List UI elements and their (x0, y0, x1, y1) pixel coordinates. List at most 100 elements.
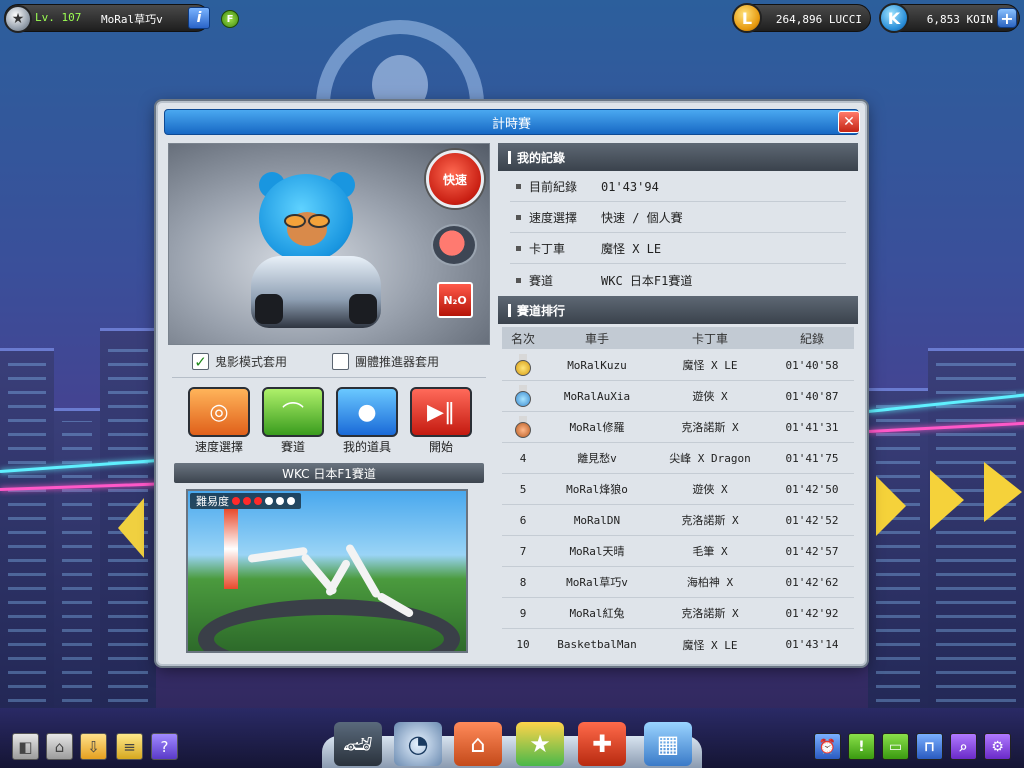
rank-cell: 8 (519, 575, 527, 589)
ranking-row: 10 BasketbalMan 魔怪 X LE 01'43'14 (502, 629, 854, 660)
shop-icon[interactable]: ★ (516, 722, 564, 766)
kart-cell: 遊俠 X (692, 390, 728, 403)
layers-icon[interactable]: ◧ (12, 733, 39, 760)
driver-cell: MoRal紅兔 (569, 607, 625, 620)
column-driver: 車手 (584, 331, 609, 346)
track-select-label: 賽道 (280, 440, 305, 454)
record-key: 卡丁車 (529, 242, 566, 256)
rank-cell (502, 416, 544, 438)
team-booster-label: 團體推進器套用 (355, 355, 440, 369)
bullet (516, 215, 521, 220)
column-rank: 名次 (510, 331, 535, 346)
building (100, 328, 156, 768)
character-swap-icon[interactable] (431, 224, 477, 266)
record-value: WKC 日本F1賽道 (601, 273, 693, 288)
rank-cell (502, 385, 544, 407)
record-value: 魔怪 X LE (601, 242, 662, 256)
difficulty-dot (254, 497, 262, 505)
kart-cell: 毛筆 X (692, 545, 728, 558)
my-record-header: 我的記錄 (498, 143, 858, 171)
time-cell: 01'41'31 (785, 420, 839, 434)
time-cell: 01'43'14 (785, 638, 839, 651)
kart-garage-icon[interactable]: 🏎 (334, 722, 382, 766)
notes-icon[interactable]: ≡ (116, 733, 143, 760)
record-key: 速度選擇 (529, 211, 578, 225)
record-row: 卡丁車 魔怪 X LE (510, 234, 846, 264)
team-booster-option[interactable]: 團體推進器套用 (332, 353, 439, 370)
goggle (308, 214, 330, 228)
n2o-booster-icon[interactable]: N₂O (437, 282, 473, 318)
settings-icon[interactable]: ⚙ (984, 733, 1011, 760)
track-map-line (324, 558, 352, 597)
alarm-icon[interactable]: ⏰ (814, 733, 841, 760)
chevron-right-icon (876, 476, 906, 536)
f-badge[interactable]: F (221, 10, 239, 28)
record-key: 目前紀錄 (529, 180, 578, 194)
building (928, 348, 1024, 768)
ghost-mode-option[interactable]: ✓ 鬼影模式套用 (192, 353, 288, 371)
driver-cell: MoRal天晴 (569, 545, 625, 558)
mailbox-icon[interactable]: ⊓ (916, 733, 943, 760)
info-icon[interactable]: i (188, 7, 210, 29)
divider (172, 377, 486, 378)
alert-icon[interactable]: ! (848, 733, 875, 760)
driver-cell: MoRalDN (573, 513, 621, 527)
time-cell: 01'40'58 (785, 358, 839, 372)
kart-cell: 克洛諾斯 X (681, 607, 739, 620)
medal-disc (515, 360, 531, 376)
kart-wheel (349, 294, 377, 324)
difficulty-dot (265, 497, 273, 505)
difficulty-dot (243, 497, 251, 505)
lucci-coin-icon: L (732, 3, 762, 33)
ranking-row: 6 MoRalDN 克洛諾斯 X 01'42'52 (502, 505, 854, 536)
help-icon[interactable]: ? (151, 733, 178, 760)
record-row: 目前紀錄 01'43'94 (510, 172, 846, 202)
lucci-amount: 264,896 LUCCI (775, 13, 862, 26)
dialog-title: 計時賽 (164, 109, 859, 135)
speedometer-icon[interactable]: ◔ (394, 722, 442, 766)
neon-line (0, 482, 160, 491)
driver-cell: MoRalAuXia (563, 389, 631, 403)
track-title: WKC 日本F1賽道 (174, 463, 484, 483)
building (868, 388, 928, 768)
ghost-mode-checkbox[interactable]: ✓ (192, 353, 209, 371)
team-booster-checkbox[interactable] (332, 353, 349, 370)
kart-cell: 海柏神 X (686, 576, 734, 589)
start-button[interactable]: ▶‖ (410, 387, 472, 437)
driver-cell: MoRal草巧v (566, 576, 628, 589)
home-icon[interactable]: ⌂ (46, 733, 73, 760)
ranking-row: 9 MoRal紅兔 克洛諾斯 X 01'42'92 (502, 598, 854, 629)
driver-cell: MoRal修羅 (569, 421, 625, 434)
ranking-row: 4 離見愁v 尖峰 X Dragon 01'41'75 (502, 443, 854, 474)
record-value: 01'43'94 (601, 179, 659, 194)
speed-select-button[interactable]: ◎ (188, 387, 250, 437)
play-pause-icon: ▶‖ (427, 399, 455, 425)
search-icon[interactable]: ⌕ (950, 733, 977, 760)
gold-medal-icon (515, 354, 531, 376)
bronze-medal-icon (515, 416, 531, 438)
add-koin-button[interactable]: + (997, 8, 1017, 28)
rank-cell: 7 (519, 544, 527, 558)
difficulty-dot (287, 497, 295, 505)
building (0, 348, 54, 768)
level-medal-icon: ★ (4, 5, 32, 33)
silver-medal-icon (515, 385, 531, 407)
medal-disc (515, 391, 531, 407)
my-items-button[interactable]: ● (336, 387, 398, 437)
download-icon[interactable]: ⇩ (80, 733, 107, 760)
speed-mode-button[interactable]: 快速 (426, 150, 484, 208)
bullet (516, 277, 521, 283)
close-button[interactable]: ✕ (838, 111, 860, 133)
difficulty-indicator: 難易度 (190, 493, 301, 509)
chat-icon[interactable]: ▭ (882, 733, 909, 760)
workshop-icon[interactable]: ⌂ (454, 722, 502, 766)
track-select-button[interactable]: ⌒ (262, 387, 324, 437)
city-icon[interactable]: ▦ (644, 722, 692, 766)
toolbox-icon[interactable]: ✚ (578, 722, 626, 766)
kart-cell: 遊俠 X (692, 483, 728, 496)
building (54, 408, 100, 768)
record-key: 賽道 (529, 273, 554, 288)
difficulty-dot (276, 497, 284, 505)
kart-showcase: 快速 N₂O (168, 143, 490, 345)
ghost-mode-label: 鬼影模式套用 (215, 355, 288, 369)
